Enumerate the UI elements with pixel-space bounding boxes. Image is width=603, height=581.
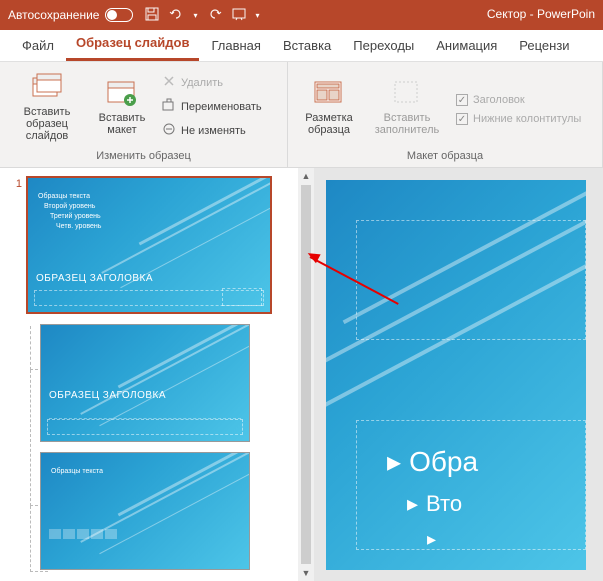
tab-insert[interactable]: Вставка bbox=[273, 32, 341, 61]
quick-access-toolbar: ▾ ▾ bbox=[145, 7, 259, 24]
layout-thumbnail-row: Образцы текста bbox=[10, 452, 292, 570]
delete-button: Удалить bbox=[158, 72, 266, 93]
ribbon-group-edit-master: Вставить образец слайдов Вставить макет … bbox=[0, 62, 288, 167]
thumbnail-scrollbar[interactable]: ▲ ▼ bbox=[298, 168, 314, 581]
chevron-down-icon[interactable]: ▾ bbox=[193, 11, 197, 20]
layout-slide-thumbnail[interactable]: Образцы текста bbox=[40, 452, 250, 570]
slide-footer-placeholder bbox=[34, 290, 264, 306]
slide-edit-area[interactable]: ▸Обра ▸Вто ▸ bbox=[314, 168, 603, 581]
slide-body-placeholder: Образцы текста bbox=[51, 467, 103, 477]
body-placeholder[interactable] bbox=[356, 220, 586, 340]
main-sub-text: Вто bbox=[426, 491, 462, 516]
ribbon-group-label: Изменить образец bbox=[8, 147, 279, 165]
document-title: Сектор - PowerPoin bbox=[487, 7, 595, 21]
tab-file[interactable]: Файл bbox=[12, 32, 64, 61]
title-checkbox: ✓ Заголовок bbox=[452, 92, 585, 108]
ribbon-group-master-layout: Разметка образца Вставить заполнитель ✓ … bbox=[288, 62, 603, 167]
button-label: Вставить заполнитель bbox=[368, 112, 446, 136]
annotation-arrow bbox=[310, 256, 410, 258]
preserve-icon bbox=[162, 122, 176, 139]
layout-thumbnail-row: ОБРАЗЕЦ ЗАГОЛОВКА bbox=[10, 324, 292, 442]
scroll-thumb[interactable] bbox=[301, 185, 311, 564]
tab-animation[interactable]: Анимация bbox=[426, 32, 507, 61]
checkbox-icon: ✓ bbox=[456, 113, 468, 125]
master-slide-thumbnail[interactable]: Образцы текста Второй уровень Третий уро… bbox=[26, 176, 272, 314]
ribbon-tabs: Файл Образец слайдов Главная Вставка Пер… bbox=[0, 30, 603, 62]
undo-icon[interactable] bbox=[169, 7, 183, 24]
slide-title-placeholder: ОБРАЗЕЦ ЗАГОЛОВКА bbox=[36, 273, 153, 284]
rename-button[interactable]: Переименовать bbox=[158, 96, 266, 117]
slide-title-placeholder: ОБРАЗЕЦ ЗАГОЛОВКА bbox=[49, 390, 166, 401]
slideshow-icon[interactable] bbox=[232, 7, 246, 24]
toggle-switch-icon[interactable] bbox=[105, 8, 133, 22]
delete-icon bbox=[162, 74, 176, 91]
footers-checkbox: ✓ Нижние колонтитулы bbox=[452, 111, 585, 127]
autosave-label: Автосохранение bbox=[8, 8, 99, 22]
button-label: Вставить образец слайдов bbox=[10, 106, 84, 142]
thumbnail-pane: 1 Образцы текста Второй уровень Третий у… bbox=[0, 168, 314, 581]
scroll-down-icon[interactable]: ▼ bbox=[298, 565, 314, 581]
main-title-text: Обра bbox=[409, 446, 478, 477]
tab-review[interactable]: Рецензи bbox=[509, 32, 579, 61]
save-icon[interactable] bbox=[145, 7, 159, 24]
autosave-toggle[interactable]: Автосохранение bbox=[8, 8, 133, 22]
qat-more-icon[interactable]: ▾ bbox=[256, 11, 260, 20]
insert-placeholder-button: Вставить заполнитель bbox=[366, 66, 448, 147]
button-label: Вставить макет bbox=[92, 112, 152, 136]
insert-layout-button[interactable]: Вставить макет bbox=[90, 66, 154, 147]
main-slide-canvas[interactable]: ▸Обра ▸Вто ▸ bbox=[326, 180, 586, 570]
button-label: Удалить bbox=[181, 77, 223, 89]
checkbox-icon: ✓ bbox=[456, 94, 468, 106]
title-bar: Автосохранение ▾ ▾ Сектор - PowerPoin bbox=[0, 0, 603, 30]
checkbox-label: Заголовок bbox=[473, 94, 525, 106]
tab-transitions[interactable]: Переходы bbox=[343, 32, 424, 61]
ribbon-group-label: Макет образца bbox=[296, 147, 594, 165]
tab-slide-master[interactable]: Образец слайдов bbox=[66, 29, 200, 61]
title-placeholder[interactable]: ▸Обра ▸Вто ▸ bbox=[356, 420, 586, 550]
redo-icon[interactable] bbox=[208, 7, 222, 24]
button-label: Разметка образца bbox=[298, 112, 360, 136]
insert-slide-master-button[interactable]: Вставить образец слайдов bbox=[8, 66, 86, 147]
checkbox-label: Нижние колонтитулы bbox=[473, 113, 581, 125]
button-label: Не изменять bbox=[181, 125, 246, 137]
master-layout-button[interactable]: Разметка образца bbox=[296, 66, 362, 147]
master-thumbnail-row: 1 Образцы текста Второй уровень Третий у… bbox=[10, 176, 292, 314]
button-label: Переименовать bbox=[181, 101, 262, 113]
layout-slide-thumbnail[interactable]: ОБРАЗЕЦ ЗАГОЛОВКА bbox=[40, 324, 250, 442]
preserve-button[interactable]: Не изменять bbox=[158, 120, 266, 141]
rename-icon bbox=[162, 98, 176, 115]
workspace: 1 Образцы текста Второй уровень Третий у… bbox=[0, 168, 603, 581]
slide-footer-placeholder bbox=[47, 419, 243, 435]
slide-body-placeholder: Образцы текста Второй уровень Третий уро… bbox=[38, 192, 101, 232]
ribbon: Вставить образец слайдов Вставить макет … bbox=[0, 62, 603, 168]
tab-home[interactable]: Главная bbox=[201, 32, 270, 61]
slide-number: 1 bbox=[10, 176, 22, 190]
scroll-up-icon[interactable]: ▲ bbox=[298, 168, 314, 184]
